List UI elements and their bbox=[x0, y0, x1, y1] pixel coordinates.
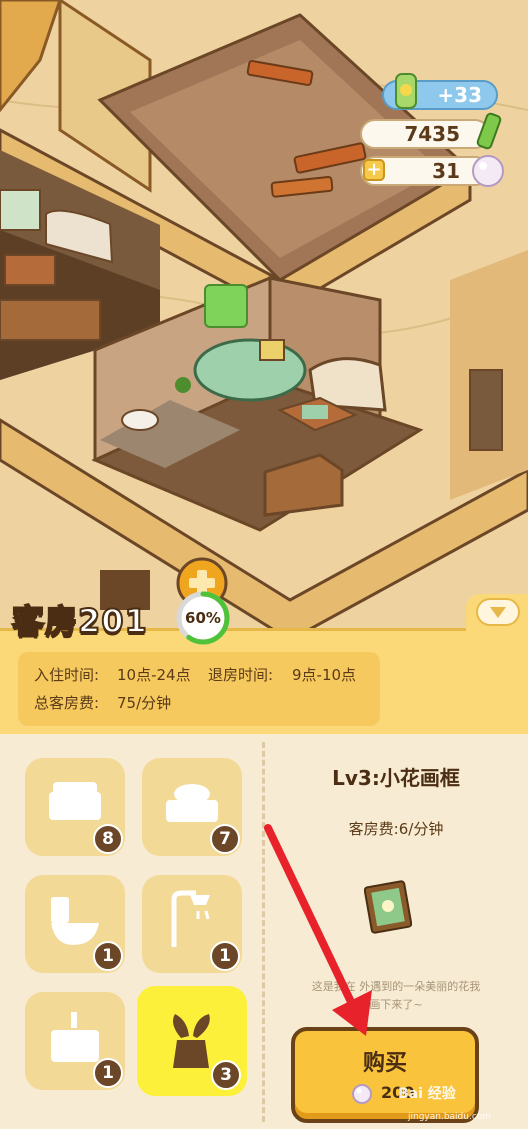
shower-icon bbox=[171, 890, 210, 947]
detail-title: Lv3:小花画框 bbox=[332, 766, 460, 790]
pearl-icon bbox=[352, 1084, 372, 1104]
flower-frame-icon bbox=[364, 880, 412, 934]
detail-fee: 客房费:6/分钟 bbox=[348, 820, 444, 838]
item-tile-pillow[interactable]: 7 bbox=[142, 758, 242, 856]
item-tile-nightstand[interactable]: 1 bbox=[25, 992, 125, 1090]
pearl-icon bbox=[472, 155, 504, 187]
collapse-button[interactable] bbox=[476, 598, 520, 626]
checkin-value: 10点-24点 bbox=[117, 666, 191, 684]
watermark-url: jingyan.baidu.com bbox=[408, 1112, 492, 1122]
item-tile-shower[interactable]: 1 bbox=[142, 875, 242, 973]
coin-value: 7435 bbox=[404, 122, 460, 146]
item-count-badge: 1 bbox=[210, 941, 240, 971]
nightstand-icon bbox=[51, 1012, 99, 1062]
pillow-icon bbox=[166, 784, 218, 822]
detail-description: 这是我在 外遇到的一朵美丽的花我 画下来了~ bbox=[280, 978, 512, 1014]
energy-value: +33 bbox=[437, 83, 482, 107]
panel-divider bbox=[262, 742, 265, 1122]
fee-value: 75/分钟 bbox=[117, 694, 172, 712]
pearl-value: 31 bbox=[432, 159, 460, 183]
description-line: 画下来了~ bbox=[369, 998, 423, 1011]
checkin-label: 入住时间: bbox=[34, 666, 100, 684]
fee-label: 总客房费: bbox=[34, 694, 100, 712]
item-tile-toilet[interactable]: 1 bbox=[25, 875, 125, 973]
item-tile-bed[interactable]: 8 bbox=[25, 758, 125, 856]
item-count-badge: 1 bbox=[93, 941, 123, 971]
checkout-label: 退房时间: bbox=[208, 666, 274, 684]
item-count-badge: 8 bbox=[93, 824, 123, 854]
coin-counter[interactable]: 7435 bbox=[360, 119, 490, 149]
description-line: 这是我在 外遇到的一朵美丽的花我 bbox=[311, 980, 481, 993]
bed-icon bbox=[49, 782, 101, 820]
bamboo-icon bbox=[476, 112, 502, 150]
buy-button[interactable]: 购买 200 bbox=[291, 1027, 479, 1123]
bottle-icon bbox=[395, 73, 417, 109]
watermark: Bai 经验 bbox=[398, 1086, 456, 1102]
toilet-icon bbox=[51, 897, 99, 945]
plant-icon bbox=[173, 1014, 210, 1068]
buy-label: 购买 bbox=[362, 1051, 407, 1076]
item-tile-plant[interactable]: 3 bbox=[137, 986, 247, 1096]
item-count-badge: 3 bbox=[211, 1060, 241, 1090]
checkout-value: 9点-10点 bbox=[292, 666, 357, 684]
add-pearls-button[interactable]: + bbox=[363, 159, 385, 181]
progress-label: 60% bbox=[185, 609, 221, 627]
chevron-down-icon bbox=[490, 607, 506, 618]
room-title: 客房201 bbox=[11, 601, 148, 641]
item-count-badge: 7 bbox=[210, 824, 240, 854]
item-count-badge: 1 bbox=[93, 1058, 123, 1088]
